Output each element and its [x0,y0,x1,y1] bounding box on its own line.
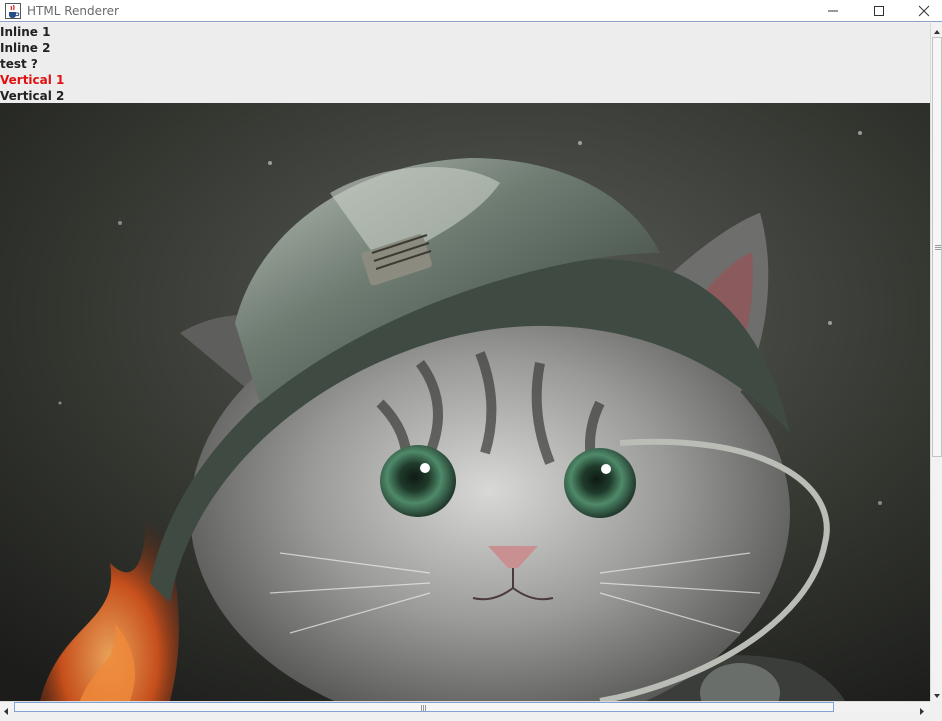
maximize-icon [874,6,884,16]
window-title: HTML Renderer [27,4,119,18]
scroll-grip-icon [935,245,941,251]
scroll-left-arrow-icon[interactable] [0,702,12,715]
close-button[interactable] [901,0,942,22]
minimize-button[interactable] [810,0,856,22]
text-line-vertical-1: Vertical 1 [0,73,65,87]
text-line-inline-1: Inline 1 [0,25,51,39]
text-line-inline-2: Inline 2 [0,41,51,55]
scroll-down-arrow-icon[interactable] [931,687,942,699]
minimize-icon [828,10,838,12]
text-line-test: test ? [0,57,38,71]
scroll-up-arrow-icon[interactable] [931,23,942,35]
kitten-firefighter-image [0,103,930,701]
maximize-button[interactable] [856,0,902,22]
scroll-grip-icon [421,705,427,711]
text-lines: Inline 1 Inline 2 test ? Vertical 1 Vert… [0,24,64,104]
vertical-scrollbar[interactable] [930,23,942,701]
content-viewport: Inline 1 Inline 2 test ? Vertical 1 Vert… [0,23,930,701]
vertical-scroll-thumb[interactable] [932,37,942,457]
horizontal-scroll-thumb[interactable] [14,702,834,712]
horizontal-scrollbar[interactable] [0,701,930,715]
kitten-illustration [0,103,930,701]
scroll-right-arrow-icon[interactable] [916,702,928,715]
text-line-vertical-2: Vertical 2 [0,89,65,103]
java-cup-icon [5,3,21,19]
title-bar[interactable]: HTML Renderer [0,0,942,22]
scrollbar-corner [930,701,942,712]
close-icon [918,5,930,17]
